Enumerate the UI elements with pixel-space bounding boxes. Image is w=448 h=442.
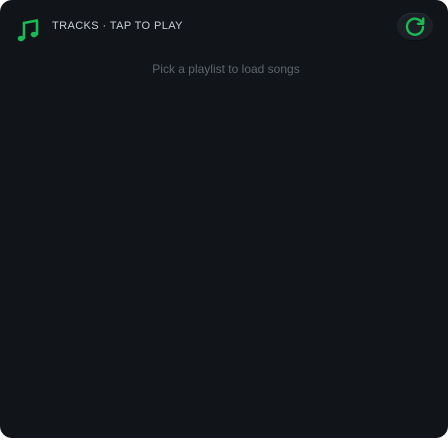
header-title: TRACKS · TAP TO PLAY xyxy=(52,20,183,32)
refresh-button[interactable] xyxy=(397,13,433,41)
music-note-icon xyxy=(16,19,40,43)
refresh-icon xyxy=(405,17,425,36)
empty-state-message: Pick a playlist to load songs xyxy=(152,62,300,76)
tracks-panel: TRACKS · TAP TO PLAY Pick a playlist to … xyxy=(0,0,448,438)
panel-header: TRACKS · TAP TO PLAY xyxy=(0,0,448,52)
